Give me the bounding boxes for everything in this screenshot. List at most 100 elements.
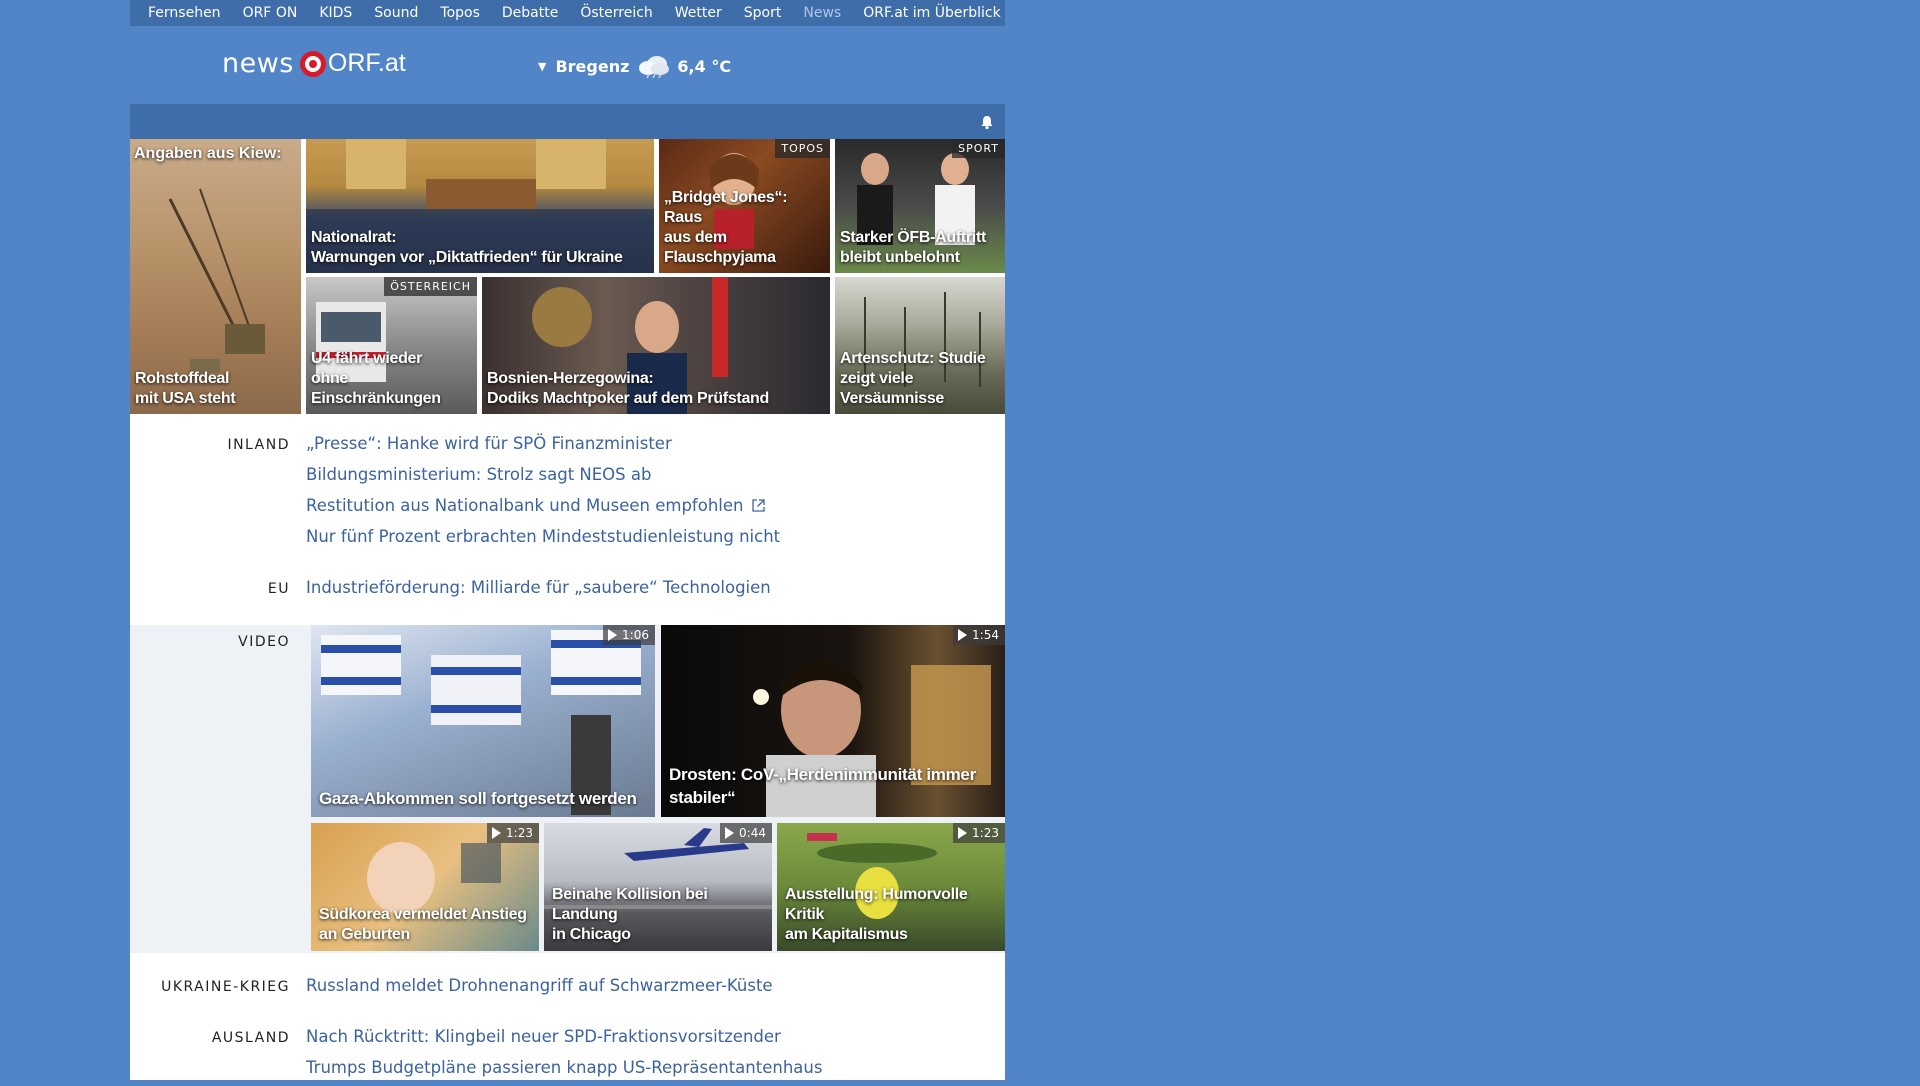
video-duration: 1:23 (487, 823, 539, 843)
orf-top-navigation: Fernsehen ORF ON KIDS Sound Topos Debatt… (130, 0, 1005, 26)
teaser-artenschutz[interactable]: Artenschutz: Studie zeigt viele Versäumn… (835, 277, 1005, 414)
video-duration: 0:44 (720, 823, 772, 843)
video-duration: 1:06 (603, 625, 655, 645)
news-link[interactable]: „Presse“: Hanke wird für SPÖ Finanzminis… (306, 431, 780, 462)
teaser-nationalrat[interactable]: Nationalrat: Warnungen vor „Diktatfriede… (306, 139, 654, 273)
teaser-caption: U4 fährt wieder ohne Einschränkungen (311, 349, 473, 409)
caption-line-1: Starker ÖFB-Auftritt (840, 229, 987, 246)
caption-line-1: Südkorea vermeldet Anstieg (319, 906, 527, 923)
cloud-rain-icon (639, 56, 670, 78)
play-icon (725, 827, 735, 839)
teaser-u4[interactable]: ÖSTERREICH U4 fährt wieder ohne Einschrä… (306, 277, 477, 414)
teaser-caption: Ausstellung: Humorvolle Kritik am Kapita… (785, 885, 1001, 945)
caption-line-2: ohne Einschränkungen (311, 370, 441, 407)
teaser-caption: Südkorea vermeldet Anstieg an Geburten (319, 905, 535, 945)
ukraine-link-list: Russland meldet Drohnenangriff auf Schwa… (306, 973, 773, 1004)
panel-toolbar (130, 104, 1005, 139)
nav-news-current[interactable]: News (792, 5, 852, 21)
ausland-link-list: Nach Rücktritt: Klingbeil neuer SPD-Frak… (306, 1024, 822, 1086)
section-label-topos: TOPOS (775, 139, 830, 158)
video-gaza[interactable]: 1:06 Gaza-Abkommen soll fortgesetzt werd… (311, 625, 655, 817)
nav-wetter[interactable]: Wetter (664, 5, 733, 21)
video-drosten[interactable]: 1:54 Drosten: CoV-„Herdenimmunität immer… (661, 625, 1005, 817)
news-link[interactable]: Bildungsministerium: Strolz sagt NEOS ab (306, 462, 780, 493)
nav-sport[interactable]: Sport (733, 5, 793, 21)
caption-line-2: stabiler“ (669, 788, 736, 807)
news-link-external[interactable]: Restitution aus Nationalbank und Museen … (306, 493, 780, 524)
caption-line-1: Ausstellung: Humorvolle Kritik (785, 886, 968, 923)
caption-line-2: zeigt viele Versäumnisse (840, 370, 945, 407)
weather-widget[interactable]: ▼ Bregenz 6,4 °C (538, 54, 731, 78)
teaser-oefb[interactable]: SPORT Starker ÖFB-Auftritt bleibt unbelo… (835, 139, 1005, 273)
caption-line-2: in Chicago (552, 926, 631, 943)
teaser-caption: Beinahe Kollision bei Landung in Chicago (552, 885, 768, 945)
play-icon (958, 827, 968, 839)
news-link[interactable]: Nach Rücktritt: Klingbeil neuer SPD-Frak… (306, 1024, 822, 1055)
caption-line-1: Rohstoffdeal (135, 370, 230, 387)
teaser-caption: Starker ÖFB-Auftritt bleibt unbelohnt (840, 228, 1001, 268)
news-link-text: Restitution aus Nationalbank und Museen … (306, 496, 744, 515)
nav-topos[interactable]: Topos (429, 5, 490, 21)
duration-text: 1:06 (622, 628, 649, 642)
teaser-caption: Bosnien-Herzegowina: Dodiks Machtpoker a… (487, 369, 826, 409)
section-label-oesterreich: ÖSTERREICH (384, 277, 477, 296)
news-link[interactable]: Russland meldet Drohnenangriff auf Schwa… (306, 973, 773, 1004)
teaser-caption: Gaza-Abkommen soll fortgesetzt werden (319, 789, 651, 809)
caption-line-1: Gaza-Abkommen soll fortgesetzt werden (319, 789, 637, 808)
external-link-icon (751, 499, 765, 512)
video-duration: 1:54 (953, 625, 1005, 645)
duration-text: 1:54 (972, 628, 999, 642)
nav-fernsehen[interactable]: Fernsehen (130, 5, 232, 21)
content-panel: Angaben aus Kiew: Rohstoffdeal mit USA s… (130, 104, 1005, 1080)
video-suedkorea[interactable]: 1:23 Südkorea vermeldet Anstieg an Gebur… (311, 823, 539, 951)
teaser-rohstoffdeal[interactable]: Angaben aus Kiew: Rohstoffdeal mit USA s… (130, 139, 301, 414)
section-heading-inland: INLAND (227, 437, 290, 453)
section-heading-ukraine-krieg: UKRAINE-KRIEG (161, 979, 290, 995)
teaser-caption: „Bridget Jones“: Raus aus dem Flauschpyj… (664, 188, 826, 268)
caption-line-1: Artenschutz: Studie (840, 350, 986, 367)
bell-icon[interactable] (979, 114, 995, 130)
section-eu: EU Industrieförderung: Milliarde für „sa… (130, 575, 1005, 615)
section-heading-video: VIDEO (238, 634, 290, 650)
section-inland: INLAND „Presse“: Hanke wird für SPÖ Fina… (130, 431, 1005, 561)
caption-line-2: mit USA steht (135, 390, 236, 407)
duration-text: 0:44 (739, 826, 766, 840)
teaser-bridget-jones[interactable]: TOPOS „Bridget Jones“: Raus aus dem Flau… (659, 139, 830, 273)
section-label-sport: SPORT (952, 139, 1005, 158)
nav-oesterreich[interactable]: Österreich (569, 5, 663, 21)
video-ausstellung[interactable]: 1:23 Ausstellung: Humorvolle Kritik am K… (777, 823, 1005, 951)
section-video: VIDEO 1:06 Gaza-Abkommen soll fortgesetz… (130, 625, 1005, 953)
teaser-kicker: Angaben aus Kiew: (134, 145, 282, 162)
video-chicago[interactable]: 0:44 Beinahe Kollision bei Landung in Ch… (544, 823, 772, 951)
orf-eye-dot (308, 59, 317, 68)
logo-news-text: news (222, 48, 294, 79)
teaser-bosnien[interactable]: Bosnien-Herzegowina: Dodiks Machtpoker a… (482, 277, 830, 414)
news-link[interactable]: Nur fünf Prozent erbrachten Mindeststudi… (306, 524, 780, 555)
caption-line-1: Nationalrat: (311, 229, 397, 246)
nav-orf-on[interactable]: ORF ON (232, 5, 309, 21)
news-link[interactable]: Trumps Budgetpläne passieren knapp US-Re… (306, 1055, 822, 1086)
inland-link-list: „Presse“: Hanke wird für SPÖ Finanzminis… (306, 431, 780, 555)
caption-line-2: am Kapitalismus (785, 926, 908, 943)
orf-eye-icon (299, 50, 326, 77)
nav-kids[interactable]: KIDS (308, 5, 363, 21)
eu-link-list: Industrieförderung: Milliarde für „saube… (306, 575, 771, 606)
caption-line-2: an Geburten (319, 926, 410, 943)
nav-debatte[interactable]: Debatte (491, 5, 569, 21)
teaser-caption: Nationalrat: Warnungen vor „Diktatfriede… (311, 228, 650, 268)
caption-line-1: Bosnien-Herzegowina: (487, 370, 654, 387)
logo-orf-text: ORF.at (327, 49, 406, 77)
nav-orf-overview[interactable]: ORF.at im Überblick (852, 5, 1011, 21)
caption-line-1: U4 fährt wieder (311, 350, 423, 367)
weather-dropdown-arrow-icon[interactable]: ▼ (538, 60, 546, 73)
news-link[interactable]: Industrieförderung: Milliarde für „saube… (306, 575, 771, 606)
news-orf-logo[interactable]: news ORF.at (222, 48, 406, 79)
caption-line-2: Warnungen vor „Diktatfrieden“ für Ukrain… (311, 249, 623, 266)
teaser-caption: Drosten: CoV-„Herdenimmunität immer stab… (669, 763, 1001, 809)
weather-city: Bregenz (555, 56, 630, 76)
duration-text: 1:23 (506, 826, 533, 840)
duration-text: 1:23 (972, 826, 999, 840)
caption-line-1: Beinahe Kollision bei Landung (552, 886, 708, 923)
nav-sound[interactable]: Sound (363, 5, 429, 21)
section-ausland: AUSLAND Nach Rücktritt: Klingbeil neuer … (130, 1024, 1005, 1084)
